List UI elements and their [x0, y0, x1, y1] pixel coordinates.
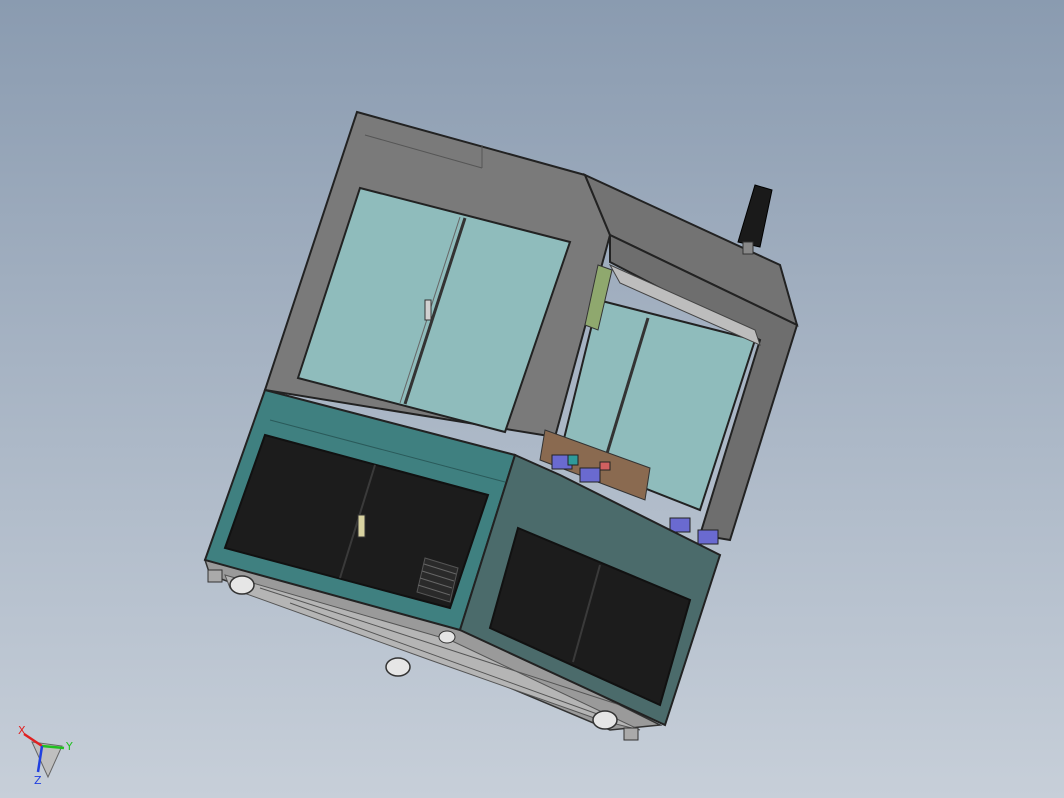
y-axis-label: Y	[65, 740, 73, 753]
z-axis-label: Z	[34, 774, 42, 787]
cabinet-door-handle[interactable]	[357, 514, 366, 538]
signal-tower-light	[737, 184, 773, 255]
graphics-viewport[interactable]: X Y Z	[0, 0, 1064, 798]
x-axis-label: X	[18, 724, 26, 737]
view-orientation-triad[interactable]: X Y Z	[12, 722, 82, 792]
machine-model[interactable]	[0, 0, 1064, 798]
glass-door-handle[interactable]	[424, 299, 432, 321]
